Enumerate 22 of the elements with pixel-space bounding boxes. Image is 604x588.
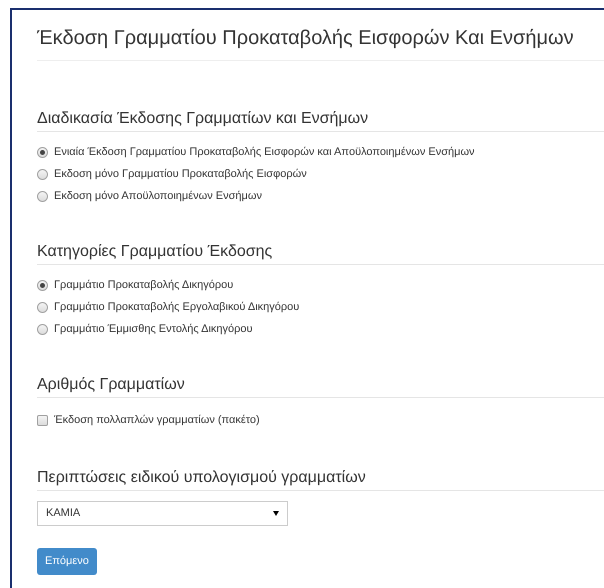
section-heading: Περιπτώσεις ειδικού υπολογισμού γραμματίων: [37, 468, 367, 488]
option-label: Γραμμάτιο Έμμισθης Εντολής Δικηγόρου: [54, 322, 253, 337]
radio-button[interactable]: [37, 190, 48, 202]
option-label: Γραμμάτιο Προκαταβολής Δικηγόρου: [54, 278, 234, 293]
option-label: Ενιαία Έκδοση Γραμματίου Προκαταβολής Εισφορών και Απoϋλοποιημένων Ενσήμων: [54, 145, 475, 160]
radio-button[interactable]: [37, 146, 48, 158]
section-heading: Διαδικασία Έκδοσης Γραμματίων και Ενσήμων: [37, 109, 370, 129]
section-heading: Κατηγορίες Γραμματίου Έκδοσης: [37, 242, 274, 262]
radio-button[interactable]: [37, 302, 48, 312]
option-label: Εκδοση μόνο Απoϋλοποιημένων Ενσήμων: [54, 189, 262, 204]
option-label: Εκδοση μόνο Γραμματίου Προκαταβολής Εισφορών: [54, 167, 307, 182]
radio-button[interactable]: [37, 324, 48, 334]
option-label: Έκδοση πολλαπλών γραμματίων (πακέτο): [54, 413, 260, 428]
page-title: Έκδοση Γραμματίου Προκαταβολής Εισφορών Και Ενσήμων: [37, 26, 575, 50]
radio-button[interactable]: [37, 280, 48, 290]
section-heading: Αριθμός Γραμματίων: [37, 375, 186, 395]
checkbox[interactable]: [37, 414, 48, 426]
next-button[interactable]: Επόμενο: [37, 548, 97, 574]
dropdown-select[interactable]: ΚΑΜΙΑ: [37, 501, 288, 526]
radio-button[interactable]: [37, 168, 48, 180]
option-label: Γραμμάτιο Προκαταβολής Εργολαβικού Δικηγόρου: [54, 300, 300, 315]
dropdown-caret-icon: [273, 511, 279, 516]
